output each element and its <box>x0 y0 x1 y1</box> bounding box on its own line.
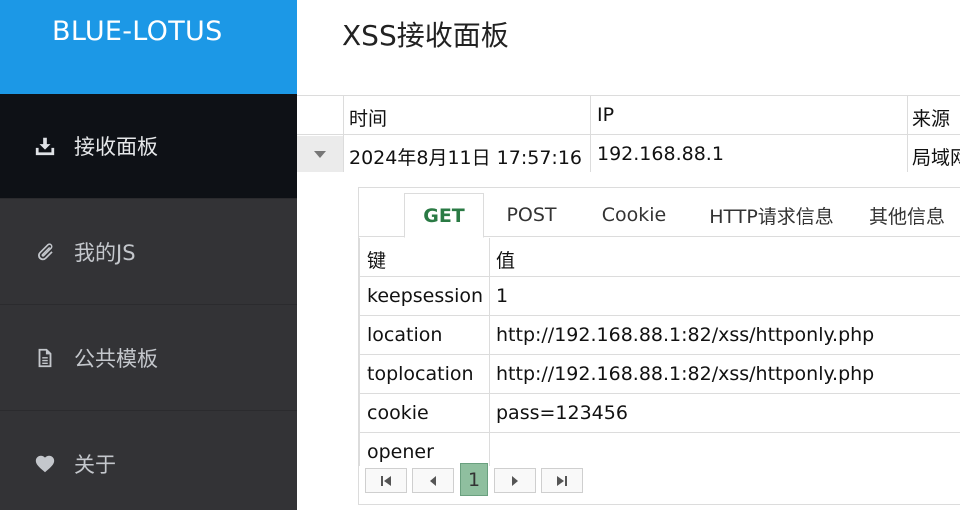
table-row: location http://192.168.88.1:82/xss/http… <box>359 316 960 355</box>
sidebar-item-label: 接收面板 <box>74 135 158 159</box>
param-key: cookie <box>367 402 429 424</box>
grid-header <box>297 96 960 135</box>
tab-post[interactable]: POST <box>489 193 574 237</box>
current-page-button[interactable]: 1 <box>460 463 488 496</box>
table-header-row: 键 值 <box>359 238 960 277</box>
detail-tabs: GET POST Cookie HTTP请求信息 其他信息 <box>359 193 960 238</box>
column-header-source[interactable]: 来源 <box>912 104 960 131</box>
cell-time: 2024年8月11日 17:57:16 <box>349 147 582 169</box>
param-key: location <box>367 324 443 346</box>
paperclip-icon <box>32 239 58 265</box>
param-value: http://192.168.88.1:82/xss/httponly.php <box>496 363 875 385</box>
sidebar-item-label: 我的JS <box>74 240 136 265</box>
brand-logo: BLUE-LOTUS <box>0 0 297 94</box>
document-icon <box>32 345 58 371</box>
prev-page-icon <box>430 475 436 486</box>
first-page-icon <box>381 475 391 486</box>
last-page-button[interactable] <box>541 468 583 493</box>
param-value: pass=123456 <box>496 402 628 424</box>
heart-icon <box>32 451 58 477</box>
tab-cookie[interactable]: Cookie <box>584 193 684 237</box>
param-value: http://192.168.88.1:82/xss/httponly.php <box>496 324 875 346</box>
sidebar-item-label: 关于 <box>74 452 116 477</box>
table-row: cookie pass=123456 <box>359 394 960 433</box>
sidebar-item-public-templates[interactable]: 公共模板 <box>0 305 297 411</box>
prev-page-button[interactable] <box>412 468 454 493</box>
sidebar-item-about[interactable]: 关于 <box>0 411 297 510</box>
header-value: 值 <box>496 250 516 272</box>
expand-row-toggle[interactable] <box>297 136 343 172</box>
tab-other-info[interactable]: 其他信息 <box>869 193 960 237</box>
param-value: 1 <box>496 285 509 307</box>
table-row: keepsession 1 <box>359 277 960 316</box>
next-page-button[interactable] <box>494 468 536 493</box>
download-icon <box>32 133 58 159</box>
detail-panel: GET POST Cookie HTTP请求信息 其他信息 键 值 keepse… <box>358 187 960 505</box>
first-page-button[interactable] <box>365 468 407 493</box>
page-title: XSS接收面板 <box>342 19 509 52</box>
sidebar-item-my-js[interactable]: 我的JS <box>0 199 297 305</box>
next-page-icon <box>512 475 518 486</box>
param-key: keepsession <box>367 285 484 307</box>
table-row: toplocation http://192.168.88.1:82/xss/h… <box>359 355 960 394</box>
sidebar: BLUE-LOTUS 接收面板 我的JS 公共模板 关于 <box>0 0 297 510</box>
cell-ip: 192.168.88.1 <box>597 143 724 165</box>
header-key: 键 <box>367 250 387 272</box>
sidebar-item-label: 公共模板 <box>74 346 158 371</box>
column-header-time[interactable]: 时间 <box>349 104 387 131</box>
last-page-icon <box>557 475 567 486</box>
table-row: opener <box>359 433 960 472</box>
tab-http-request-info[interactable]: HTTP请求信息 <box>699 193 844 237</box>
param-key: opener <box>367 441 434 463</box>
column-header-ip[interactable]: IP <box>597 104 614 126</box>
sidebar-item-receive-panel[interactable]: 接收面板 <box>0 94 297 199</box>
tab-get[interactable]: GET <box>404 193 484 238</box>
caret-down-icon <box>314 150 326 158</box>
cell-source: 局域网 <box>912 147 960 169</box>
param-key: toplocation <box>367 363 474 385</box>
